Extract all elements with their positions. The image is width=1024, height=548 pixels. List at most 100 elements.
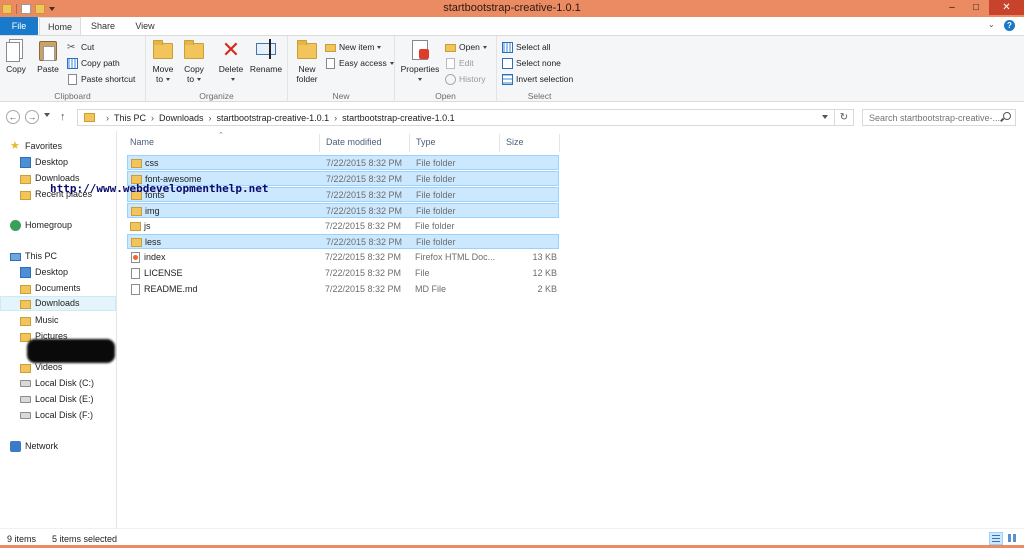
invert-selection-icon: [502, 73, 513, 85]
back-button[interactable]: ←: [6, 110, 20, 124]
maximize-button[interactable]: □: [964, 0, 988, 15]
copy-button[interactable]: Copy: [4, 38, 28, 74]
select-all-label: Select all: [516, 42, 551, 52]
invert-selection-button[interactable]: Invert selection: [502, 72, 573, 86]
move-to-button[interactable]: Move to: [150, 38, 176, 84]
breadcrumb-this-pc[interactable]: This PC: [114, 113, 146, 123]
nav-favorites[interactable]: ★ Favorites: [10, 139, 115, 154]
file-name: LICENSE: [144, 268, 183, 278]
table-row[interactable]: README.md 7/22/2015 8:32 PM MD File 2 KB: [127, 282, 559, 297]
breadcrumb-separator-icon[interactable]: ›: [106, 113, 109, 123]
table-row[interactable]: img 7/22/2015 8:32 PM File folder: [127, 203, 559, 218]
new-item-button[interactable]: New item: [325, 40, 382, 54]
select-none-button[interactable]: Select none: [502, 56, 561, 70]
breadcrumb-downloads[interactable]: Downloads: [159, 113, 204, 123]
large-icons-view-icon[interactable]: [1006, 532, 1019, 545]
column-header-name[interactable]: Name: [130, 137, 154, 149]
nav-disk-e[interactable]: Local Disk (E:): [20, 392, 115, 407]
nav-music[interactable]: Music: [20, 313, 115, 328]
new-folder-icon: [295, 38, 319, 62]
item-count: 9 items: [7, 534, 37, 544]
table-row[interactable]: index 7/22/2015 8:32 PM Firefox HTML Doc…: [127, 250, 559, 265]
select-group: Select all Select none Invert selection …: [497, 36, 582, 102]
search-input[interactable]: [862, 109, 1016, 126]
move-to-folder-icon: [151, 38, 175, 62]
select-all-button[interactable]: Select all: [502, 40, 551, 54]
edit-button[interactable]: Edit: [445, 56, 474, 70]
up-arrow-icon[interactable]: ↑: [60, 111, 66, 123]
breadcrumb-separator-icon[interactable]: ›: [209, 113, 212, 123]
nav-this-pc[interactable]: This PC: [10, 249, 115, 264]
file-name: index: [144, 252, 166, 262]
file-name: README.md: [144, 284, 198, 294]
nav-homegroup[interactable]: Homegroup: [10, 218, 115, 233]
minimize-button[interactable]: –: [940, 0, 964, 15]
file-type: File folder: [416, 174, 456, 184]
nav-music-label: Music: [35, 315, 59, 325]
nav-desktop-label: Desktop: [35, 157, 69, 167]
column-divider[interactable]: [409, 134, 410, 152]
star-icon: ★: [10, 140, 20, 152]
rename-icon: [254, 38, 278, 62]
copy-to-button[interactable]: Copy to: [181, 38, 207, 84]
refresh-button[interactable]: ↻: [835, 109, 854, 126]
cut-button[interactable]: ✂ Cut: [67, 40, 94, 54]
open-button[interactable]: Open: [445, 40, 487, 54]
close-button[interactable]: ✕: [989, 0, 1024, 15]
tab-file[interactable]: File: [0, 17, 38, 35]
downloads-folder-icon: [20, 174, 31, 184]
breadcrumb-separator-icon[interactable]: ›: [334, 113, 337, 123]
ribbon-tabs: File Home Share View ⌄ ?: [0, 17, 1024, 36]
copy-to-label: Copy: [184, 64, 204, 74]
column-divider[interactable]: [499, 134, 500, 152]
table-row[interactable]: js 7/22/2015 8:32 PM File folder: [127, 219, 559, 234]
paste-button[interactable]: Paste: [35, 38, 61, 74]
column-divider[interactable]: [559, 134, 560, 152]
nav-favorites-label: Favorites: [25, 141, 63, 151]
breadcrumb-current[interactable]: startbootstrap-creative-1.0.1: [342, 113, 455, 123]
move-to-label: Move: [152, 64, 174, 74]
nav-disk-c[interactable]: Local Disk (C:): [20, 376, 115, 391]
file-type: Firefox HTML Doc...: [415, 252, 496, 262]
organize-group-label: Organize: [199, 91, 234, 101]
rename-button[interactable]: Rename: [249, 38, 283, 74]
table-row[interactable]: LICENSE 7/22/2015 8:32 PM File 12 KB: [127, 266, 559, 281]
file-date: 7/22/2015 8:32 PM: [326, 174, 403, 184]
nav-pc-desktop[interactable]: Desktop: [20, 265, 115, 280]
nav-desktop[interactable]: Desktop: [20, 155, 115, 170]
properties-button[interactable]: Properties: [399, 38, 441, 84]
table-row[interactable]: css 7/22/2015 8:32 PM File folder: [127, 155, 559, 170]
breadcrumb-project[interactable]: startbootstrap-creative-1.0.1: [217, 113, 330, 123]
address-box[interactable]: › This PC › Downloads › startbootstrap-c…: [77, 109, 835, 126]
column-header-size[interactable]: Size: [506, 137, 524, 149]
column-header-date[interactable]: Date modified: [326, 137, 382, 149]
copy-path-button[interactable]: Copy path: [67, 56, 120, 70]
nav-pc-downloads[interactable]: Downloads: [0, 296, 116, 311]
nav-documents[interactable]: Documents: [20, 281, 115, 296]
table-row[interactable]: less 7/22/2015 8:32 PM File folder: [127, 234, 559, 249]
tab-share[interactable]: Share: [83, 17, 123, 35]
forward-button[interactable]: →: [25, 110, 39, 124]
easy-access-button[interactable]: Easy access: [325, 56, 394, 70]
delete-button[interactable]: ✕ Delete: [217, 38, 245, 84]
breadcrumb-separator-icon[interactable]: ›: [151, 113, 154, 123]
details-view-icon[interactable]: [989, 532, 1003, 545]
tab-view[interactable]: View: [125, 17, 165, 35]
address-history-chevron-down-icon[interactable]: [822, 115, 828, 119]
tab-home[interactable]: Home: [39, 17, 81, 36]
nav-videos[interactable]: Videos: [20, 360, 115, 375]
nav-disk-f[interactable]: Local Disk (F:): [20, 408, 115, 423]
new-item-icon: [325, 42, 336, 53]
recent-locations-chevron-down-icon[interactable]: [44, 113, 50, 117]
column-header-type[interactable]: Type: [416, 137, 436, 149]
help-icon[interactable]: ?: [1004, 20, 1015, 31]
rename-label: Rename: [249, 64, 283, 74]
file-date: 7/22/2015 8:32 PM: [326, 237, 403, 247]
ribbon-collapse-chevron-icon[interactable]: ⌄: [988, 20, 998, 30]
nav-network[interactable]: Network: [10, 439, 115, 454]
easy-access-icon: [325, 57, 336, 69]
new-folder-button[interactable]: New folder: [292, 38, 322, 84]
paste-shortcut-button[interactable]: Paste shortcut: [67, 72, 135, 86]
history-button[interactable]: History: [445, 72, 485, 86]
column-divider[interactable]: [319, 134, 320, 152]
